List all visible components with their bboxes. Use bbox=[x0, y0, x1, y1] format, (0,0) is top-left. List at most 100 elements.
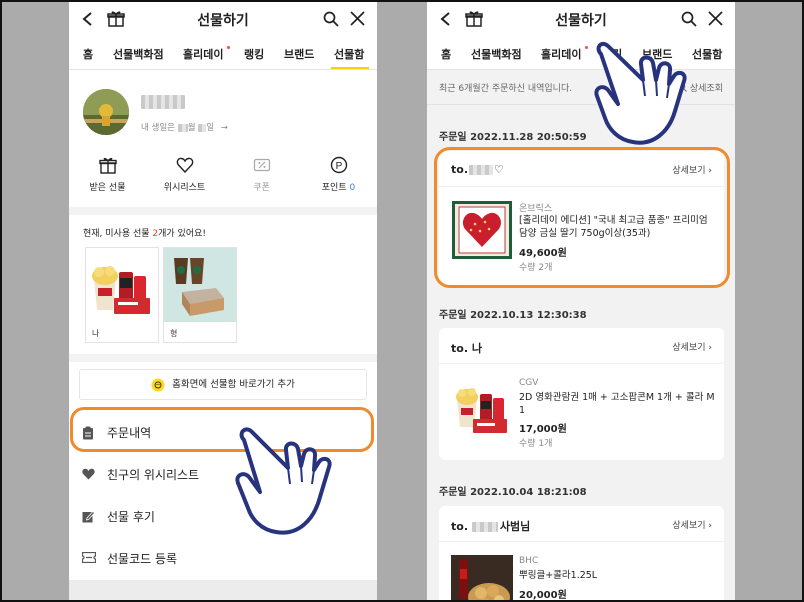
section-divider bbox=[69, 354, 377, 362]
to-prefix: to. bbox=[451, 163, 468, 176]
brand-name: 온브릭스 bbox=[519, 204, 553, 214]
tab-brand[interactable]: 브랜드 bbox=[284, 46, 314, 62]
pointing-hand-icon bbox=[594, 41, 687, 145]
chicken-image bbox=[451, 555, 513, 600]
tab-home[interactable]: 홈 bbox=[441, 46, 451, 62]
card-divider bbox=[439, 541, 724, 542]
movie-ticket-image bbox=[451, 377, 513, 437]
product-price: 20,000원 bbox=[519, 590, 567, 600]
clipboard-icon bbox=[83, 426, 93, 440]
card-divider bbox=[439, 363, 724, 364]
coupon-button[interactable]: 쿠폰 bbox=[223, 152, 300, 193]
to-suffix: ♡ bbox=[494, 163, 504, 176]
card-divider bbox=[439, 186, 724, 187]
order-date: 주문일 2022.10.13 12:30:38 bbox=[439, 310, 587, 321]
order-recipient: to. ♡ bbox=[451, 163, 504, 176]
gift-review-label: 선물 후기 bbox=[107, 510, 155, 524]
order-recipient: to. 나 bbox=[451, 340, 482, 356]
gift-card-name: 나 bbox=[92, 329, 100, 338]
product-price: 49,600원 bbox=[519, 248, 567, 259]
coupon-label: 쿠폰 bbox=[253, 183, 270, 193]
order-date: 주문일 2022.10.04 18:21:08 bbox=[439, 487, 587, 498]
point-icon: P bbox=[330, 156, 347, 174]
close-icon[interactable] bbox=[708, 11, 723, 26]
svg-text:P: P bbox=[335, 161, 342, 172]
kakao-gift-icon bbox=[151, 378, 165, 391]
coffee-cake-image bbox=[164, 248, 236, 322]
product-price: 17,000원 bbox=[519, 424, 567, 435]
add-home-shortcut-label: 홈화면에 선물함 바로가기 추가 bbox=[172, 379, 295, 390]
detail-label: 상세보기 bbox=[672, 166, 706, 176]
movie-ticket-image bbox=[86, 248, 158, 322]
product-name: 뿌링클+콜라1.25L bbox=[519, 570, 598, 581]
tab-department[interactable]: 선물백화점 bbox=[113, 46, 164, 62]
birthday-text[interactable]: 내 생일은 월 일 → bbox=[141, 121, 228, 133]
coupon-icon bbox=[253, 158, 270, 172]
birthday-day: 일 bbox=[206, 123, 215, 133]
point-value: 0 bbox=[349, 183, 356, 193]
product-quantity: 수량 1개 bbox=[519, 439, 553, 449]
bottom-divider bbox=[69, 580, 377, 600]
wishlist-label: 위시리스트 bbox=[163, 183, 206, 193]
wishlist-button[interactable]: 위시리스트 bbox=[146, 152, 223, 193]
unused-suffix: 개가 있어요! bbox=[158, 229, 207, 239]
avatar[interactable] bbox=[83, 89, 129, 135]
brand-name: CGV bbox=[519, 378, 539, 388]
to-suffix: 나 bbox=[471, 342, 482, 355]
heart-icon bbox=[176, 157, 193, 174]
product-name: 2D 영화관람권 1매 + 고소팝콘M 1개 + 콜라 M 1 bbox=[519, 392, 715, 416]
tab-home[interactable]: 홈 bbox=[83, 46, 93, 62]
brand-name: BHC bbox=[519, 556, 539, 566]
edit-icon bbox=[82, 510, 95, 523]
top-bar: 선물하기 bbox=[427, 2, 735, 36]
tab-department[interactable]: 선물백화점 bbox=[471, 46, 522, 62]
pointing-hand-icon bbox=[235, 427, 332, 535]
detail-link[interactable]: 상세보기 › bbox=[672, 163, 712, 176]
tab-bar: 홈 선물백화점 홀리데이 랭킹 브랜드 선물함 bbox=[69, 36, 377, 70]
tab-ranking[interactable]: 랭킹 bbox=[244, 46, 264, 62]
search-icon[interactable] bbox=[681, 11, 697, 27]
profile-name bbox=[141, 94, 185, 109]
top-bar: 선물하기 bbox=[69, 2, 377, 36]
gift-card[interactable]: 형 bbox=[163, 247, 237, 343]
tab-holiday[interactable]: 홀리데이 bbox=[183, 46, 223, 62]
friend-wishlist-label: 친구의 위시리스트 bbox=[107, 468, 200, 482]
to-prefix: to. bbox=[451, 342, 468, 355]
unused-gift-summary: 현재, 미사용 선물 2개가 있어요! bbox=[83, 226, 206, 239]
point-label: 포인트 bbox=[321, 183, 347, 193]
ticket-icon bbox=[82, 552, 96, 563]
order-date: 주문일 2022.11.28 20:50:59 bbox=[439, 132, 587, 143]
strawberry-box-image bbox=[452, 201, 512, 259]
tab-holiday[interactable]: 홀리데이 bbox=[541, 46, 581, 62]
gift-icon bbox=[98, 157, 117, 174]
detail-link[interactable]: 상세보기 › bbox=[672, 340, 712, 353]
notice-text: 최근 6개월간 주문하신 내역입니다. bbox=[439, 84, 573, 94]
new-dot bbox=[227, 46, 230, 49]
close-icon[interactable] bbox=[350, 11, 365, 26]
order-card[interactable]: to. 나 상세보기 › CGV 2D 영화관람권 1매 + 고소팝콘M 1개 … bbox=[439, 328, 724, 460]
gift-code-label: 선물코드 등록 bbox=[107, 552, 178, 566]
birthday-month: 월 bbox=[187, 123, 196, 133]
gift-card-name: 형 bbox=[170, 329, 178, 338]
add-home-shortcut-button[interactable]: 홈화면에 선물함 바로가기 추가 bbox=[79, 369, 367, 400]
to-suffix: 사범님 bbox=[499, 520, 531, 533]
order-recipient: to. 사범님 bbox=[451, 518, 530, 534]
search-icon[interactable] bbox=[323, 11, 339, 27]
section-divider bbox=[69, 207, 377, 215]
gift-card[interactable]: 나 bbox=[85, 247, 159, 343]
birthday-prefix: 내 생일은 bbox=[141, 123, 175, 133]
to-prefix: to. bbox=[451, 520, 468, 533]
detail-link[interactable]: 상세보기 › bbox=[672, 518, 712, 531]
product-quantity: 수량 2개 bbox=[519, 263, 553, 273]
received-gifts-label: 받은 선물 bbox=[89, 183, 126, 193]
order-history-label: 주문내역 bbox=[107, 426, 152, 440]
active-tab-indicator bbox=[331, 67, 369, 69]
tab-giftbox[interactable]: 선물함 bbox=[334, 46, 364, 62]
product-name: [홀리데이 에디션] "국내 최고급 품종" 프리미엄 담양 금실 딸기 750… bbox=[519, 215, 708, 239]
point-button[interactable]: P 포인트 0 bbox=[300, 152, 377, 193]
quick-menu: 받은 선물 위시리스트 쿠폰 P 포인트 0 bbox=[69, 152, 377, 202]
received-gifts-button[interactable]: 받은 선물 bbox=[69, 152, 146, 193]
order-card[interactable]: to. 사범님 상세보기 › BHC 뿌링클+콜라1.25L 20,000원 bbox=[439, 506, 724, 600]
heart-icon bbox=[82, 468, 95, 480]
order-card[interactable]: to. ♡ 상세보기 › 온브릭스 [홀리데이 에디션] "국내 최고급 품종" … bbox=[439, 151, 724, 286]
